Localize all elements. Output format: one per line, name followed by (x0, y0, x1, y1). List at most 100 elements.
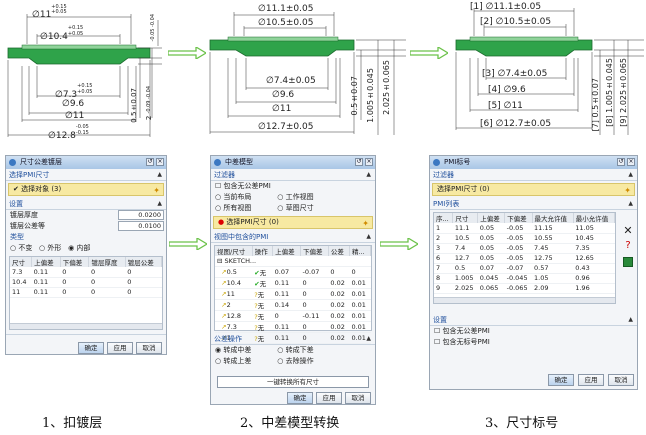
cancel-button[interactable]: 取消 (345, 392, 371, 404)
table-row[interactable]: ↗0.5 ✔无 0.07 -0.07 0 0 (215, 266, 371, 278)
reset-icon[interactable]: ↺ (617, 158, 625, 166)
col-op[interactable]: 操作 (252, 246, 274, 256)
apply-button[interactable]: 应用 (316, 392, 342, 404)
radio-sketch-dim[interactable]: ○ 草图尺寸 (277, 204, 313, 212)
ok-button[interactable]: 确定 (287, 392, 313, 404)
radio-to-upper[interactable]: ○ 转成上差 (215, 356, 275, 367)
select-cursor-icon[interactable]: ✦ (153, 185, 160, 196)
delete-icon[interactable]: ✕ (621, 224, 635, 237)
section-tol-ops[interactable]: 公差操作 ▲ (211, 333, 375, 345)
radio-remove-op[interactable]: ○ 去除操作 (277, 357, 313, 365)
close-icon[interactable]: × (156, 158, 164, 166)
col-plate-tol[interactable]: 镀层公差 (125, 257, 163, 267)
drawing-3: [1] ∅11.1±0.05 [2] ∅10.5±0.05 [3] ∅7.4±0… (452, 0, 646, 145)
close-icon[interactable]: × (365, 158, 373, 166)
dim-v2: 2 -0.09 -0.04 (145, 86, 153, 121)
col-max[interactable]: 最大允许值 (532, 213, 574, 223)
radio-all-views[interactable]: ○ 所有视图 (215, 203, 275, 214)
dim3-v3: [9] 2.025±0.065 (619, 58, 628, 127)
radio-none[interactable]: ○ 不变 (10, 244, 32, 252)
horizontal-scrollbar[interactable] (10, 323, 162, 329)
col-lower[interactable]: 下偏差 (504, 213, 533, 223)
filter-radios-2: ○ 所有视图 ○ 草图尺寸 (211, 203, 375, 214)
table-row[interactable]: 7.3 0.11 0 0 0 (10, 267, 162, 278)
radio-current-layout[interactable]: ○ 当前布局 (215, 192, 275, 203)
section-settings[interactable]: 设置 ▲ (6, 198, 166, 210)
col-view-dim[interactable]: 视图/尺寸 (215, 246, 253, 256)
include-nontol-checkbox[interactable]: ☐ 包含无公差PMI (430, 326, 637, 337)
dim3-d6: [6] ∅12.7±0.05 (480, 119, 552, 129)
help-icon[interactable]: ? (621, 240, 635, 251)
select-pmi-row[interactable]: ● 选择PMI尺寸 (0) ✦ (213, 216, 373, 229)
section-views-pmi[interactable]: 视图中包含的PMI ▲ (211, 231, 375, 243)
caption-1: 1、扣镀层 (42, 416, 103, 431)
cancel-button[interactable]: 取消 (608, 374, 634, 386)
col-upper[interactable]: 上偏差 (272, 246, 302, 256)
radio-to-lower[interactable]: ○ 转成下差 (277, 346, 313, 354)
ok-button[interactable]: 确定 (548, 374, 574, 386)
table-row[interactable]: ↗10.4 ✔无 0.11 0 0.02 0.01 (215, 277, 371, 289)
ops-radios-1: ◉ 转成中差 ○ 转成下差 (211, 345, 375, 356)
table-row[interactable]: ↗12.8 ?无 0 -0.11 0.02 0.01 (215, 310, 371, 322)
col-dimension[interactable]: 尺寸 (452, 213, 479, 223)
table-row[interactable]: 10.4 0.11 0 0 0 (10, 277, 162, 288)
export-table-icon[interactable] (623, 257, 633, 267)
reset-icon[interactable]: ↺ (146, 158, 154, 166)
section-settings[interactable]: 设置 ▲ (430, 314, 637, 326)
section-filter[interactable]: 过滤器 ▲ (211, 169, 375, 181)
reset-icon[interactable]: ↺ (355, 158, 363, 166)
radio-outer[interactable]: ○ 外形 (39, 244, 61, 252)
radio-work-view[interactable]: ○ 工作视图 (277, 193, 313, 201)
table-row[interactable]: ↗7.3 ?无 0.11 0 0.02 0.01 (215, 321, 371, 333)
table-row[interactable]: 3 7.4 0.05 -0.05 7.45 7.35 (434, 243, 615, 254)
col-tol[interactable]: 公差 (328, 246, 350, 256)
table-row[interactable]: 8 1.005 0.045 -0.045 1.05 0.96 (434, 273, 615, 284)
table-row[interactable]: 9 2.025 0.065 -0.065 2.09 1.96 (434, 283, 615, 294)
radio-to-median[interactable]: ◉ 转成中差 (215, 345, 275, 356)
select-cursor-icon[interactable]: ✦ (362, 218, 369, 229)
table-row[interactable]: 7 0.5 0.07 -0.07 0.57 0.43 (434, 263, 615, 274)
dialog-icon (9, 159, 16, 166)
table-row[interactable]: 1 11.1 0.05 -0.05 11.15 11.05 (434, 223, 615, 234)
dim-v1: 0.5±0.07 (130, 88, 138, 123)
col-plate-thk[interactable]: 镀层厚度 (88, 257, 126, 267)
horizontal-scrollbar[interactable] (434, 297, 615, 303)
table-row[interactable]: 6 12.7 0.05 -0.05 12.75 12.65 (434, 253, 615, 264)
apply-button[interactable]: 应用 (578, 374, 604, 386)
include-nontol-checkbox[interactable]: ☐ 包含无公差PMI (211, 181, 375, 192)
dim3-d1: [1] ∅11.1±0.05 (470, 2, 542, 12)
col-lower[interactable]: 下偏差 (300, 246, 329, 256)
col-dimension[interactable]: 尺寸 (10, 257, 33, 267)
col-precision[interactable]: 精... (349, 246, 372, 256)
section-select-pmi[interactable]: 选择PMI尺寸 ▲ (6, 169, 166, 181)
tree-root-row[interactable]: ⊟ SKETCH... (215, 256, 371, 267)
col-seq[interactable]: 序... (434, 213, 454, 223)
table-row[interactable]: ↗2 ?无 0.14 0 0.02 0.01 (215, 299, 371, 311)
dim-b4: ∅12.8-0.05 -0.15 (48, 124, 89, 141)
select-object-row[interactable]: ✔ 选择对象 (3) ✦ (8, 183, 164, 196)
dim3-d3: [3] ∅7.4±0.05 (482, 69, 548, 79)
section-filter[interactable]: 过滤器 ▲ (430, 169, 637, 181)
select-cursor-icon[interactable]: ✦ (624, 185, 631, 196)
convert-all-button[interactable]: 一键转换所有尺寸 (217, 376, 369, 388)
table-row[interactable]: ↗11 ?无 0.11 0 0.02 0.01 (215, 288, 371, 300)
include-nolabel-checkbox[interactable]: ☐ 包含无标号PMI (430, 337, 637, 348)
dialog-title: 尺寸公差镀层 ↺ × (6, 156, 166, 169)
close-icon[interactable]: × (627, 158, 635, 166)
col-upper[interactable]: 上偏差 (477, 213, 506, 223)
plate-tolerance-input[interactable]: 0.0100 (118, 221, 164, 231)
radio-inner[interactable]: ◉ 内部 (68, 244, 90, 252)
col-upper[interactable]: 上偏差 (31, 257, 61, 267)
table-row[interactable]: 2 10.5 0.05 -0.05 10.55 10.45 (434, 233, 615, 244)
plate-thickness-input[interactable]: 0.0200 (118, 210, 164, 220)
col-min[interactable]: 最小允许值 (573, 213, 616, 223)
ok-button[interactable]: 确定 (78, 342, 104, 354)
section-pmi-list[interactable]: PMI列表 ▲ (430, 198, 637, 210)
cancel-button[interactable]: 取消 (136, 342, 162, 354)
table-row[interactable]: 11 0.11 0 0 0 (10, 287, 162, 298)
select-pmi-row[interactable]: 选择PMI尺寸 (0) ✦ (432, 183, 635, 196)
col-lower[interactable]: 下偏差 (60, 257, 90, 267)
table-header: 序... 尺寸 上偏差 下偏差 最大允许值 最小允许值 (434, 213, 616, 223)
apply-button[interactable]: 应用 (107, 342, 133, 354)
arrow-right-icon (169, 238, 207, 250)
